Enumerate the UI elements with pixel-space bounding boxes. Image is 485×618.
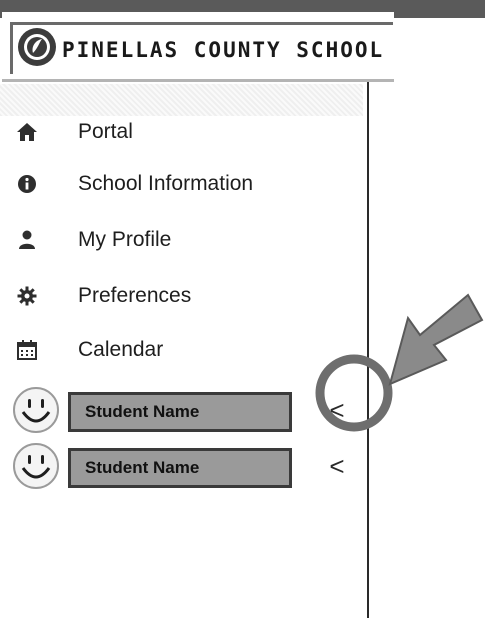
user-icon xyxy=(16,229,38,251)
sidebar-item-portal[interactable]: Portal xyxy=(0,112,360,152)
sidebar-item-calendar[interactable]: Calendar xyxy=(0,330,360,370)
school-logo-icon[interactable] xyxy=(18,28,56,66)
sidebar-item-school-information[interactable]: School Information xyxy=(0,164,360,204)
app-header: PINELLAS COUNTY SCHOOL xyxy=(2,12,394,82)
sidebar-item-label: Calendar xyxy=(78,338,164,361)
sidebar-item-my-profile[interactable]: My Profile xyxy=(0,220,360,260)
sidebar-item-label: Preferences xyxy=(78,284,192,307)
student-row: Student Name < xyxy=(0,436,370,496)
smiley-avatar-icon xyxy=(12,442,60,490)
gear-icon xyxy=(16,285,38,307)
sidebar-item-label: My Profile xyxy=(78,228,172,251)
home-icon xyxy=(16,121,38,143)
school-brand-title[interactable]: PINELLAS COUNTY SCHOOL xyxy=(62,38,392,62)
chevron-left-icon[interactable]: < xyxy=(322,394,352,426)
info-icon xyxy=(16,173,38,195)
calendar-icon xyxy=(16,339,38,361)
sidebar-item-preferences[interactable]: Preferences xyxy=(0,276,360,316)
sidebar-item-label: School Information xyxy=(78,172,254,195)
sidebar-divider xyxy=(367,82,369,618)
chevron-left-icon[interactable]: < xyxy=(322,450,352,482)
sidebar-item-label: Portal xyxy=(78,120,133,143)
pointer-arrow-icon xyxy=(388,293,484,386)
student-row: Student Name < xyxy=(0,380,370,440)
student-name-button[interactable]: Student Name xyxy=(68,392,292,432)
smiley-avatar-icon xyxy=(12,386,60,434)
student-name-button[interactable]: Student Name xyxy=(68,448,292,488)
